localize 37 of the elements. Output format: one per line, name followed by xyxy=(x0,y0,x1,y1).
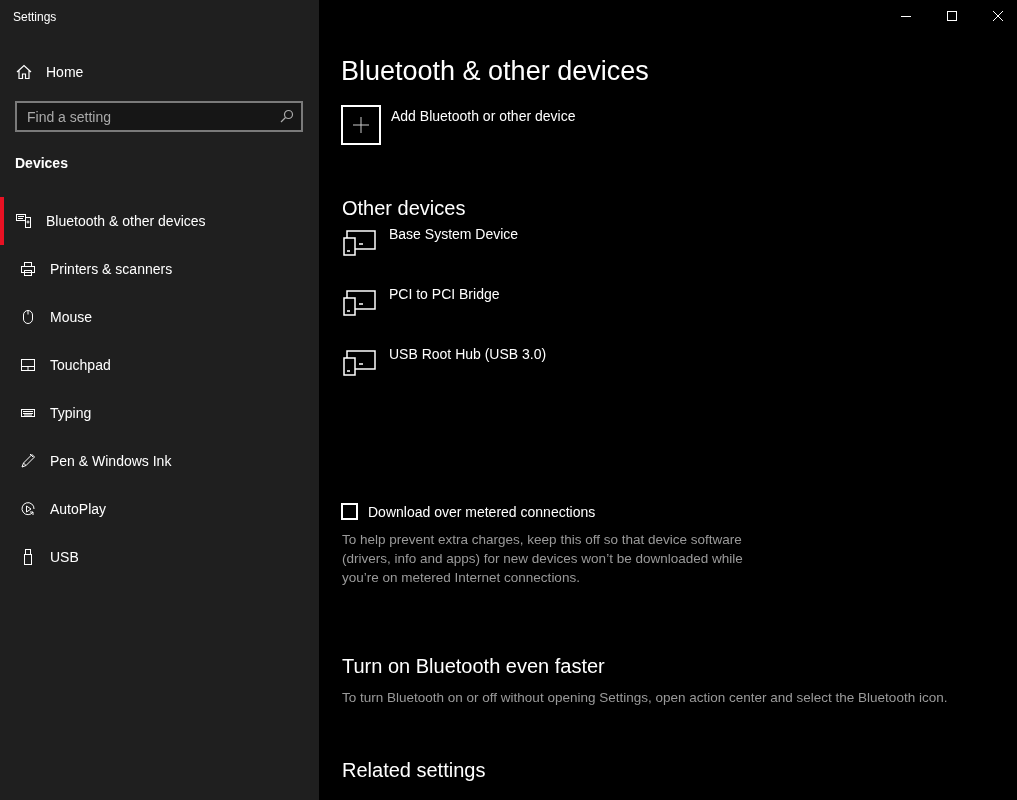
devices-icon xyxy=(343,350,377,376)
sidebar-item[interactable]: Typing xyxy=(0,389,319,437)
devices-icon xyxy=(343,290,377,316)
maximize-icon[interactable] xyxy=(947,11,957,21)
keyboard-device-icon xyxy=(16,213,32,229)
sidebar-item[interactable]: Printers & scanners xyxy=(0,245,319,293)
description-text: To turn Bluetooth on or off without opening Settings, open action center and select the Bluetooth icon. xyxy=(342,689,949,707)
sidebar-item[interactable]: Pen & Windows Ink xyxy=(0,437,319,485)
touchpad-icon xyxy=(20,357,36,373)
sidebar-item[interactable]: AutoPlay xyxy=(0,485,319,533)
device-name[interactable]: USB Root Hub (USB 3.0) xyxy=(389,346,547,362)
section-heading: Related settings xyxy=(342,759,487,782)
section-heading: Turn on Bluetooth even faster xyxy=(342,655,606,678)
sidebar-item[interactable]: Touchpad xyxy=(0,341,319,389)
search-icon xyxy=(280,109,294,123)
home-icon xyxy=(16,64,32,80)
device-name[interactable]: Base System Device xyxy=(389,226,519,242)
window-title: Settings xyxy=(12,9,58,26)
device-name[interactable]: PCI to PCI Bridge xyxy=(389,286,500,302)
page-heading: Bluetooth & other devices xyxy=(341,56,650,87)
search-field[interactable]: Find a setting xyxy=(15,101,303,132)
add-device-button[interactable]: Add Bluetooth or other device xyxy=(391,105,576,124)
play-circle-icon xyxy=(20,501,36,517)
section-heading: Other devices xyxy=(342,197,467,220)
checkbox[interactable] xyxy=(341,503,358,520)
sidebar-item[interactable]: Mouse xyxy=(0,293,319,341)
pen-icon xyxy=(20,453,36,469)
add-icon[interactable] xyxy=(341,105,381,145)
home-link[interactable]: Home xyxy=(16,64,319,80)
sidebar-item[interactable]: USB xyxy=(0,533,319,581)
description-text: To help prevent extra charges, keep this off so that device software (drivers, info and apps) for new devices won’t be downloaded while you’re on metered Internet connections. xyxy=(342,531,744,587)
printer-icon xyxy=(20,261,36,277)
devices-icon xyxy=(343,230,377,256)
close-icon[interactable] xyxy=(993,11,1003,21)
section-heading: Devices xyxy=(15,155,69,171)
mouse-icon xyxy=(20,309,36,325)
checkbox-label: Download over metered connections xyxy=(368,503,596,520)
